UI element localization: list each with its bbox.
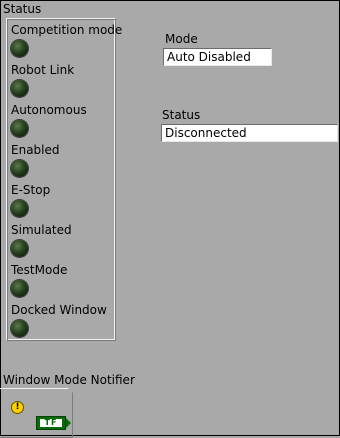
enabled-led — [11, 160, 28, 177]
status-indicator: Disconnected — [161, 124, 338, 142]
window-mode-notifier-node[interactable] — [0, 388, 73, 438]
autonomous-label: Autonomous — [11, 103, 87, 117]
enabled-label: Enabled — [11, 143, 60, 157]
folded-corner — [68, 388, 73, 393]
testmode-label: TestMode — [11, 263, 68, 277]
status-cluster-title: Status — [3, 2, 42, 16]
boolean-terminal-text: TF — [40, 419, 62, 427]
e-stop-label: E-Stop — [11, 183, 51, 197]
docked-window-led — [11, 320, 28, 337]
mode-label: Mode — [165, 32, 198, 46]
simulated-led — [11, 240, 28, 257]
robot-link-label: Robot Link — [11, 63, 75, 77]
window-mode-notifier-label: Window Mode Notifier — [3, 373, 135, 387]
robot-link-led — [11, 80, 28, 97]
boolean-terminal[interactable]: TF — [36, 416, 66, 430]
docked-window-label: Docked Window — [11, 303, 107, 317]
e-stop-led — [11, 200, 28, 217]
mode-indicator: Auto Disabled — [163, 48, 272, 66]
warning-icon: ! — [11, 401, 24, 414]
testmode-led — [11, 280, 28, 297]
autonomous-led — [11, 120, 28, 137]
status-label: Status — [162, 108, 201, 122]
simulated-label: Simulated — [11, 223, 72, 237]
terminal-arrow-icon — [66, 418, 71, 428]
competition-mode-label: Competition mode — [11, 23, 123, 37]
competition-mode-led — [11, 40, 28, 57]
